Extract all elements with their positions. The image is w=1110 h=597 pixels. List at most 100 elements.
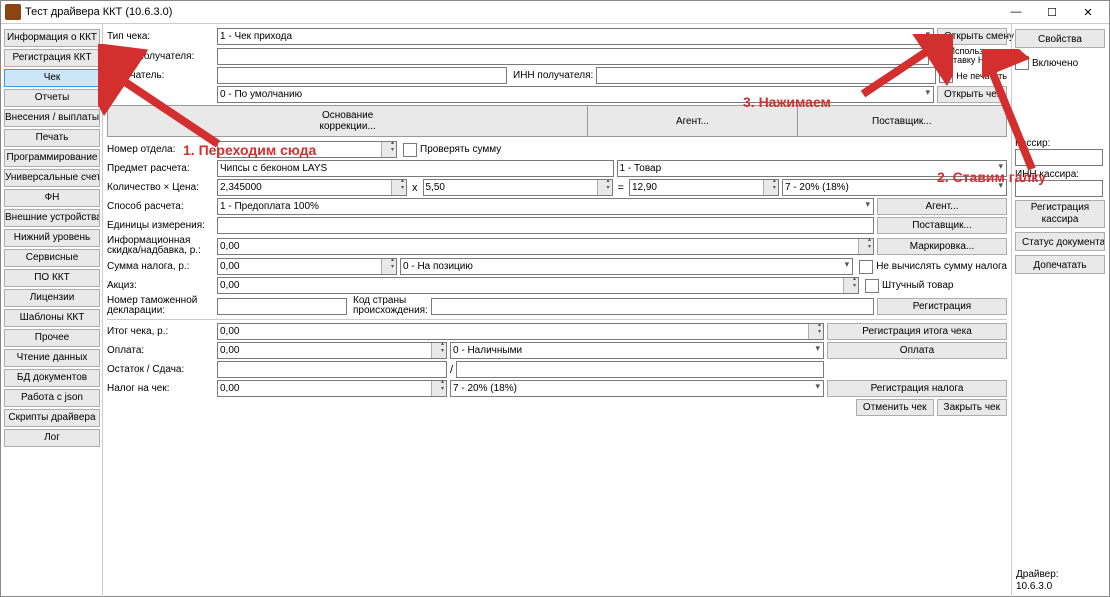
check-tax-input[interactable] bbox=[217, 380, 447, 397]
label-recipient: Получатель: bbox=[107, 70, 217, 81]
no-print-label: Не печатать bbox=[956, 71, 1007, 81]
use-nds18-checkbox[interactable] bbox=[932, 49, 946, 63]
label-recipient-addr: Адрес получателя: bbox=[107, 51, 217, 62]
sum-input[interactable] bbox=[629, 179, 779, 196]
country-code-input[interactable] bbox=[431, 298, 874, 315]
reprint-button[interactable]: Допечатать bbox=[1015, 255, 1105, 274]
window-titlebar: Тест драйвера ККТ (10.6.3.0) — ☐ ✕ bbox=[1, 1, 1109, 24]
cashier-input[interactable] bbox=[1015, 149, 1103, 166]
check-type-select[interactable] bbox=[217, 28, 934, 45]
nav-db-docs[interactable]: БД документов bbox=[4, 369, 100, 387]
enabled-label: Включено bbox=[1032, 58, 1078, 69]
recipient-addr-input[interactable] bbox=[217, 48, 929, 65]
label-payment: Оплата: bbox=[107, 345, 217, 356]
nav-low-level[interactable]: Нижний уровень bbox=[4, 229, 100, 247]
label-total: Итог чека, р.: bbox=[107, 326, 217, 337]
nav-json[interactable]: Работа с json bbox=[4, 389, 100, 407]
payment-type-select[interactable] bbox=[450, 342, 824, 359]
no-calc-tax-label: Не вычислять сумму налога bbox=[876, 261, 1007, 272]
marking-button[interactable]: Маркировка... bbox=[877, 238, 1007, 255]
tax-position-select[interactable] bbox=[400, 258, 853, 275]
reg-tax-button[interactable]: Регистрация налога bbox=[827, 380, 1007, 397]
nav-po-kkt[interactable]: ПО ККТ bbox=[4, 269, 100, 287]
close-button[interactable]: ✕ bbox=[1071, 3, 1105, 21]
nav-programming[interactable]: Программирование bbox=[4, 149, 100, 167]
check-tax-nds-select[interactable] bbox=[450, 380, 824, 397]
label-check-tax: Налог на чек: bbox=[107, 383, 217, 394]
piece-goods-checkbox[interactable] bbox=[865, 279, 879, 293]
nav-service[interactable]: Сервисные bbox=[4, 249, 100, 267]
change-input-1[interactable] bbox=[217, 361, 447, 378]
nav-deposits[interactable]: Внесения / выплаты bbox=[4, 109, 100, 127]
use-nds18-label: Использовать ставку НДС18 bbox=[949, 47, 1007, 65]
minimize-button[interactable]: — bbox=[999, 3, 1033, 21]
main-panel: Тип чека: Открыть смену Адрес получателя… bbox=[103, 24, 1011, 597]
tax-sum-input[interactable] bbox=[217, 258, 397, 275]
label-country-code: Код страны происхождения: bbox=[353, 296, 431, 316]
driver-info: Драйвер: 10.6.3.0 bbox=[1016, 569, 1059, 593]
no-print-checkbox[interactable] bbox=[939, 69, 953, 83]
reg-cashier-button[interactable]: Регистрация кассира bbox=[1015, 200, 1105, 228]
payment-input[interactable] bbox=[217, 342, 447, 359]
item-input[interactable] bbox=[217, 160, 614, 177]
nav-ext-devices[interactable]: Внешние устройства bbox=[4, 209, 100, 227]
nav-registration[interactable]: Регистрация ККТ bbox=[4, 49, 100, 67]
supplier-button-top[interactable]: Поставщик... bbox=[798, 106, 1006, 136]
qty-input[interactable] bbox=[217, 179, 407, 196]
cashier-inn-input[interactable] bbox=[1015, 180, 1103, 197]
cancel-check-button[interactable]: Отменить чек bbox=[856, 399, 934, 416]
nav-other[interactable]: Прочее bbox=[4, 329, 100, 347]
recipient-input[interactable] bbox=[217, 67, 507, 84]
label-units: Единицы измерения: bbox=[107, 220, 217, 231]
nav-scripts[interactable]: Скрипты драйвера bbox=[4, 409, 100, 427]
price-input[interactable] bbox=[423, 179, 613, 196]
properties-button[interactable]: Свойства bbox=[1015, 29, 1105, 48]
reg-total-button[interactable]: Регистрация итога чека bbox=[827, 323, 1007, 340]
nav-print[interactable]: Печать bbox=[4, 129, 100, 147]
enabled-checkbox[interactable] bbox=[1015, 56, 1029, 70]
item-type-select[interactable] bbox=[617, 160, 1008, 177]
payment-button[interactable]: Оплата bbox=[827, 342, 1007, 359]
doc-status-button[interactable]: Статус документа bbox=[1015, 232, 1105, 251]
label-inn-recipient: ИНН получателя: bbox=[513, 70, 596, 81]
dept-num-input[interactable] bbox=[217, 141, 397, 158]
change-input-2[interactable] bbox=[456, 361, 824, 378]
registration-button[interactable]: Регистрация bbox=[877, 298, 1007, 315]
agent-button-top[interactable]: Агент... bbox=[588, 106, 797, 136]
nav-info[interactable]: Информация о ККТ bbox=[4, 29, 100, 47]
close-check-button[interactable]: Закрыть чек bbox=[937, 399, 1007, 416]
open-shift-button[interactable]: Открыть смену bbox=[937, 28, 1007, 45]
supplier-button[interactable]: Поставщик... bbox=[877, 217, 1007, 234]
inn-recipient-input[interactable] bbox=[596, 67, 936, 84]
label-discount: Информационная скидка/надбавка, р.: bbox=[107, 236, 217, 256]
nav-licenses[interactable]: Лицензии bbox=[4, 289, 100, 307]
nds-select[interactable] bbox=[782, 179, 1007, 196]
total-input[interactable] bbox=[217, 323, 824, 340]
nav-fn[interactable]: ФН bbox=[4, 189, 100, 207]
nav-log[interactable]: Лог bbox=[4, 429, 100, 447]
default-select[interactable] bbox=[217, 86, 934, 103]
check-sum-checkbox[interactable] bbox=[403, 143, 417, 157]
maximize-button[interactable]: ☐ bbox=[1035, 3, 1069, 21]
label-check-type: Тип чека: bbox=[107, 31, 217, 42]
correction-basis-button[interactable]: Основание коррекции... bbox=[108, 106, 588, 136]
driver-version: 10.6.3.0 bbox=[1016, 581, 1059, 593]
customs-decl-input[interactable] bbox=[217, 298, 347, 315]
eq-label: = bbox=[613, 182, 629, 194]
payment-method-select[interactable] bbox=[217, 198, 874, 215]
nav-read-data[interactable]: Чтение данных bbox=[4, 349, 100, 367]
cashier-label: Кассир: bbox=[1015, 138, 1106, 149]
open-check-button[interactable]: Открыть чек bbox=[937, 86, 1007, 103]
units-input[interactable] bbox=[217, 217, 874, 234]
label-dept-num: Номер отдела: bbox=[107, 144, 217, 155]
nav-counters[interactable]: Универсальные счетчики bbox=[4, 169, 100, 187]
nav-reports[interactable]: Отчеты bbox=[4, 89, 100, 107]
app-icon bbox=[5, 4, 21, 20]
discount-input[interactable] bbox=[217, 238, 874, 255]
nav-templates[interactable]: Шаблоны ККТ bbox=[4, 309, 100, 327]
slash: / bbox=[447, 364, 456, 376]
excise-input[interactable] bbox=[217, 277, 859, 294]
no-calc-tax-checkbox[interactable] bbox=[859, 260, 873, 274]
agent-button[interactable]: Агент... bbox=[877, 198, 1007, 215]
nav-check[interactable]: Чек bbox=[4, 69, 100, 87]
